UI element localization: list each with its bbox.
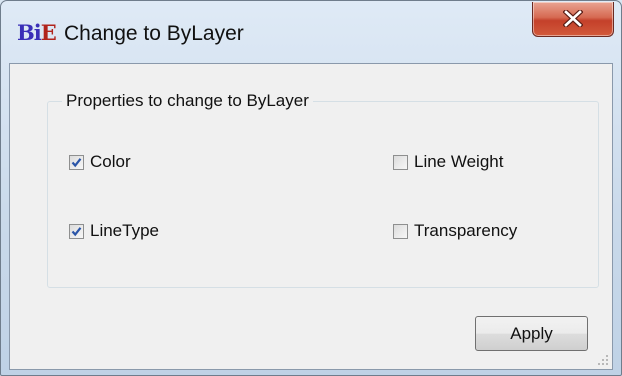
checkbox-label: LineType (90, 221, 159, 240)
dialog-title: Change to ByLayer (64, 22, 244, 45)
checkbox-box[interactable] (393, 154, 408, 170)
line-weight-checkbox[interactable]: Line Weight (393, 152, 503, 172)
bie-logo-icon: BiE (17, 20, 57, 45)
linetype-checkbox[interactable]: LineType (69, 221, 159, 241)
resize-grip-icon[interactable] (596, 353, 610, 367)
checkbox-box[interactable] (393, 223, 408, 239)
apply-button[interactable]: Apply (475, 316, 588, 351)
check-icon (71, 226, 82, 236)
title-bar[interactable]: BiE Change to ByLayer (1, 1, 621, 63)
checkbox-label: Transparency (414, 221, 518, 240)
color-checkbox[interactable]: Color (69, 152, 131, 172)
checkbox-label: Line Weight (414, 152, 504, 171)
checkbox-box[interactable] (69, 154, 84, 170)
dialog-window: BiE Change to ByLayer Properties to chan… (0, 0, 622, 376)
checkbox-label: Color (90, 152, 131, 171)
checkbox-box[interactable] (69, 223, 84, 239)
transparency-checkbox[interactable]: Transparency (393, 221, 517, 241)
close-icon (563, 10, 583, 27)
close-button[interactable] (532, 2, 614, 37)
dialog-content: Properties to change to ByLayer Color Li… (9, 63, 613, 370)
group-legend: Properties to change to ByLayer (62, 91, 313, 111)
properties-group: Properties to change to ByLayer Color Li… (47, 91, 599, 288)
check-icon (71, 157, 82, 167)
